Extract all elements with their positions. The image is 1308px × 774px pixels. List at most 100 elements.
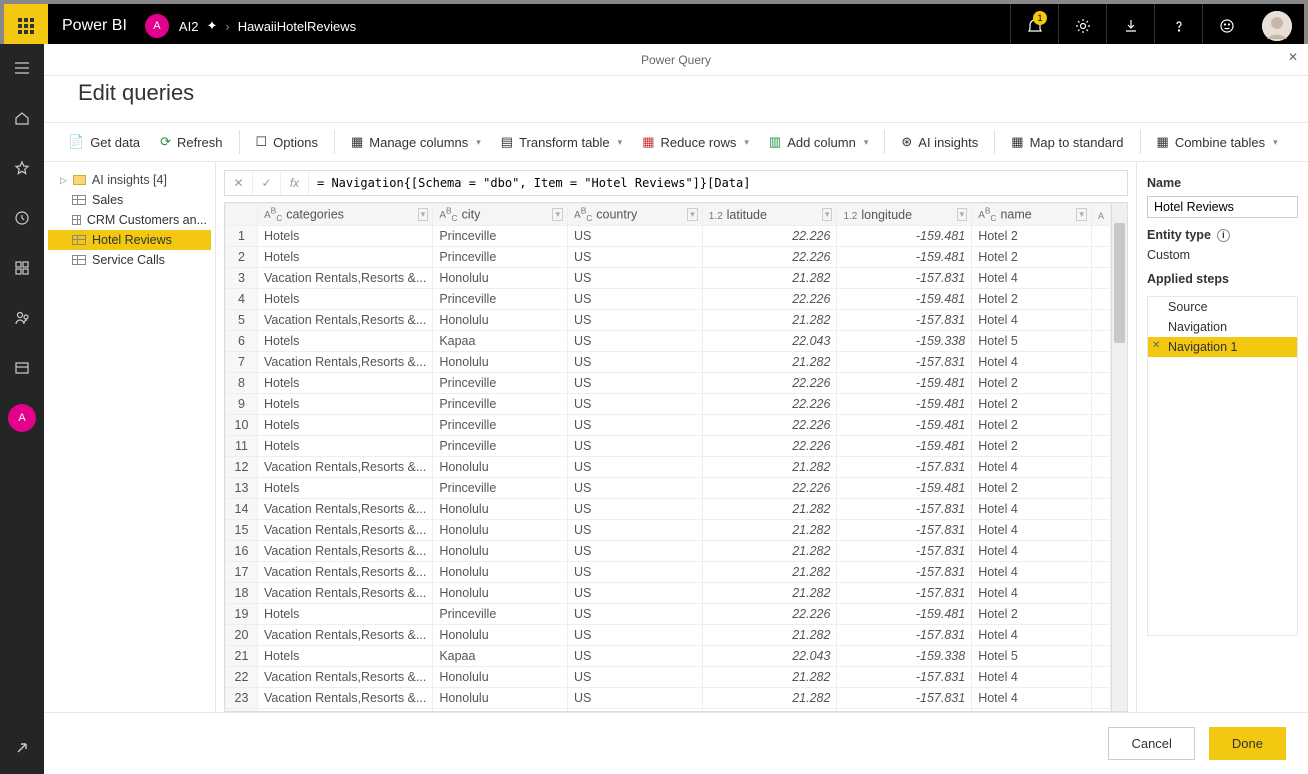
table-row[interactable]: 11HotelsPrincevilleUS22.226-159.481Hotel… <box>226 436 1111 457</box>
table-row[interactable]: 14Vacation Rentals,Resorts &...HonoluluU… <box>226 499 1111 520</box>
current-workspace-icon[interactable]: A <box>8 404 36 432</box>
column-header[interactable]: ABCcity▾ <box>433 204 568 226</box>
refresh-button[interactable]: ⟳Refresh <box>152 130 230 154</box>
left-rail: A <box>0 44 44 774</box>
table-row[interactable]: 2HotelsPrincevilleUS22.226-159.481Hotel … <box>226 247 1111 268</box>
workspace-avatar[interactable]: A <box>145 14 169 38</box>
cancel-button[interactable]: Cancel <box>1108 727 1194 760</box>
column-header[interactable]: ABCname▾ <box>972 204 1092 226</box>
table-row[interactable]: 15Vacation Rentals,Resorts &...HonoluluU… <box>226 520 1111 541</box>
applied-step[interactable]: Source <box>1148 297 1297 317</box>
workspaces-button[interactable] <box>8 354 36 382</box>
table-row[interactable]: 18Vacation Rentals,Resorts &...HonoluluU… <box>226 583 1111 604</box>
ai-icon: ⊛ <box>901 134 912 150</box>
breadcrumb-item[interactable]: HawaiiHotelReviews <box>238 19 357 34</box>
table-row[interactable]: 20Vacation Rentals,Resorts &...HonoluluU… <box>226 625 1111 646</box>
options-button[interactable]: ☐Options <box>248 130 326 154</box>
column-header[interactable]: 1.2longitude▾ <box>837 204 972 226</box>
table-row[interactable]: 21HotelsKapaaUS22.043-159.338Hotel 5 <box>226 646 1111 667</box>
column-dropdown-icon[interactable]: ▾ <box>687 208 698 221</box>
add-column-button[interactable]: ▥Add column▾ <box>761 130 876 154</box>
query-settings-panel: Name Entity type i Custom Applied steps … <box>1136 162 1308 712</box>
column-dropdown-icon[interactable]: ▾ <box>1076 208 1087 221</box>
info-icon[interactable]: i <box>1217 229 1230 242</box>
table-row[interactable]: 5Vacation Rentals,Resorts &...HonoluluUS… <box>226 310 1111 331</box>
done-button[interactable]: Done <box>1209 727 1286 760</box>
fx-icon[interactable]: fx <box>281 171 309 195</box>
expand-rail-button[interactable] <box>8 734 36 762</box>
formula-cancel-icon[interactable]: ✕ <box>225 171 253 195</box>
query-item[interactable]: Sales <box>48 190 211 210</box>
table-icon <box>72 215 81 225</box>
applied-step[interactable]: Navigation <box>1148 317 1297 337</box>
get-data-button[interactable]: 📄Get data <box>60 130 148 154</box>
manage-columns-button[interactable]: ▦Manage columns▾ <box>343 130 489 154</box>
column-header[interactable]: ABCcountry▾ <box>568 204 703 226</box>
table-row[interactable]: 4HotelsPrincevilleUS22.226-159.481Hotel … <box>226 289 1111 310</box>
premium-diamond-icon: ✦ <box>206 18 217 34</box>
topbar: Power BI A AI2 ✦ › HawaiiHotelReviews 1 <box>4 4 1304 48</box>
ribbon: 📄Get data ⟳Refresh ☐Options ▦Manage colu… <box>44 122 1308 162</box>
table-row[interactable]: 7Vacation Rentals,Resorts &...HonoluluUS… <box>226 352 1111 373</box>
transform-table-button[interactable]: ▤Transform table▾ <box>493 130 630 154</box>
get-data-icon: 📄 <box>68 134 84 150</box>
user-avatar[interactable] <box>1262 11 1292 41</box>
breadcrumb: AI2 ✦ › HawaiiHotelReviews <box>179 18 356 34</box>
close-button[interactable]: ✕ <box>1288 50 1298 64</box>
home-button[interactable] <box>8 104 36 132</box>
query-item[interactable]: CRM Customers an... <box>48 210 211 230</box>
table-row[interactable]: 16Vacation Rentals,Resorts &...HonoluluU… <box>226 541 1111 562</box>
map-to-standard-button[interactable]: ▦Map to standard <box>1003 130 1131 154</box>
table-row[interactable]: 22Vacation Rentals,Resorts &...HonoluluU… <box>226 667 1111 688</box>
recent-button[interactable] <box>8 204 36 232</box>
formula-input[interactable] <box>309 171 1127 195</box>
vertical-scrollbar[interactable] <box>1111 203 1127 711</box>
table-row[interactable]: 8HotelsPrincevilleUS22.226-159.481Hotel … <box>226 373 1111 394</box>
column-dropdown-icon[interactable]: ▾ <box>552 208 563 221</box>
formula-commit-icon[interactable]: ✓ <box>253 171 281 195</box>
refresh-icon: ⟳ <box>160 134 171 150</box>
query-name-input[interactable] <box>1147 196 1298 218</box>
table-row[interactable]: 10HotelsPrincevilleUS22.226-159.481Hotel… <box>226 415 1111 436</box>
query-item[interactable]: Service Calls <box>48 250 211 270</box>
table-row[interactable]: 17Vacation Rentals,Resorts &...HonoluluU… <box>226 562 1111 583</box>
combine-tables-button[interactable]: ▦Combine tables▾ <box>1149 130 1286 154</box>
ai-insights-button[interactable]: ⊛AI insights <box>893 130 986 154</box>
table-row[interactable]: 19HotelsPrincevilleUS22.226-159.481Hotel… <box>226 604 1111 625</box>
table-icon <box>72 195 86 205</box>
workspace-name[interactable]: AI2 <box>179 19 199 34</box>
column-dropdown-icon[interactable]: ▾ <box>822 208 833 221</box>
favorites-button[interactable] <box>8 154 36 182</box>
nav-toggle-button[interactable] <box>8 54 36 82</box>
chevron-down-icon: ▾ <box>864 137 869 148</box>
grid-area: ✕ ✓ fx ABCcategories▾ABCcity▾ABCcountry▾… <box>216 162 1136 712</box>
app-launcher[interactable] <box>4 4 48 48</box>
query-item[interactable]: Hotel Reviews <box>48 230 211 250</box>
table-row[interactable]: 3Vacation Rentals,Resorts &...HonoluluUS… <box>226 268 1111 289</box>
queries-group[interactable]: ▷ AI insights [4] <box>48 170 211 190</box>
column-dropdown-icon[interactable]: ▾ <box>418 208 429 221</box>
shared-button[interactable] <box>8 304 36 332</box>
apps-button[interactable] <box>8 254 36 282</box>
table-row[interactable]: 1HotelsPrincevilleUS22.226-159.481Hotel … <box>226 226 1111 247</box>
settings-button[interactable] <box>1058 4 1106 48</box>
applied-step[interactable]: Navigation 1 <box>1148 337 1297 357</box>
table-row[interactable]: 23Vacation Rentals,Resorts &...HonoluluU… <box>226 688 1111 709</box>
page-title: Edit queries <box>44 76 1308 122</box>
table-icon <box>72 235 86 245</box>
column-dropdown-icon[interactable]: ▾ <box>957 208 968 221</box>
column-header[interactable]: ABCcategories▾ <box>257 204 432 226</box>
map-icon: ▦ <box>1011 134 1023 150</box>
power-query-editor: Power Query ✕ Edit queries 📄Get data ⟳Re… <box>44 44 1308 774</box>
reduce-rows-button[interactable]: ▦Reduce rows▾ <box>634 130 757 154</box>
download-button[interactable] <box>1106 4 1154 48</box>
notifications-button[interactable]: 1 <box>1010 4 1058 48</box>
table-row[interactable]: 13HotelsPrincevilleUS22.226-159.481Hotel… <box>226 478 1111 499</box>
data-grid[interactable]: ABCcategories▾ABCcity▾ABCcountry▾1.2lati… <box>225 203 1111 711</box>
feedback-button[interactable] <box>1202 4 1250 48</box>
column-header[interactable]: 1.2latitude▾ <box>702 204 837 226</box>
help-button[interactable] <box>1154 4 1202 48</box>
table-row[interactable]: 12Vacation Rentals,Resorts &...HonoluluU… <box>226 457 1111 478</box>
table-row[interactable]: 6HotelsKapaaUS22.043-159.338Hotel 5 <box>226 331 1111 352</box>
table-row[interactable]: 9HotelsPrincevilleUS22.226-159.481Hotel … <box>226 394 1111 415</box>
